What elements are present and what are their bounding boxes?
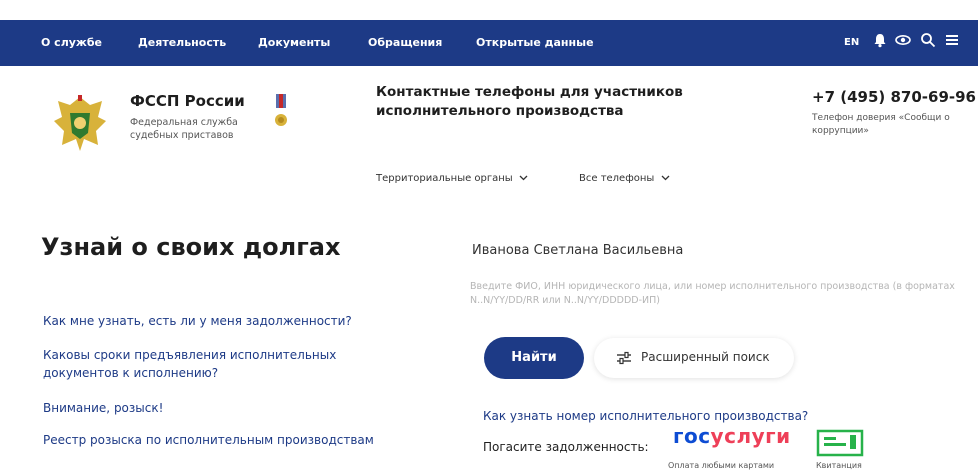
top-navbar: О службе Деятельность Документы Обращени… <box>0 20 978 66</box>
search-help-text: Введите ФИО, ИНН юридического лица, или … <box>470 281 955 306</box>
faq-link[interactable]: Реестр розыска по исполнительным произво… <box>43 431 403 449</box>
gosuslugi-caption: Оплата любыми картами <box>668 461 775 470</box>
menu-icon[interactable] <box>944 32 960 48</box>
bell-icon[interactable] <box>873 32 889 48</box>
search-icon[interactable] <box>920 32 936 48</box>
chevron-down-icon <box>661 175 669 181</box>
find-button[interactable]: Найти <box>484 337 584 379</box>
language-switch[interactable]: EN <box>844 37 859 48</box>
phones-dropdown-label: Все телефоны <box>579 173 655 184</box>
contacts-title[interactable]: Контактные телефоны для участников испол… <box>376 83 716 121</box>
phones-dropdown[interactable]: Все телефоны <box>579 173 670 184</box>
site-header: ФССП России Федеральная служба судебных … <box>0 66 978 186</box>
hotline-subtitle: Телефон доверия «Сообщи о коррупции» <box>812 113 950 136</box>
gosuslugi-logo-part-uslugi: услуги <box>710 424 791 448</box>
sliders-icon <box>617 351 631 365</box>
pay-debt-label: Погасите задолженность: <box>483 440 649 454</box>
gosuslugi-logo-part-gos: гос <box>673 424 711 448</box>
hotline-phone[interactable]: +7 (495) 870-69-96 <box>812 88 976 106</box>
org-name[interactable]: ФССП России <box>130 92 245 110</box>
eye-icon[interactable] <box>895 32 911 48</box>
receipt-icon[interactable] <box>816 429 864 457</box>
fssp-emblem-icon[interactable] <box>48 91 112 157</box>
nav-item-activity[interactable]: Деятельность <box>138 36 226 49</box>
faq-link[interactable]: Как мне узнать, есть ли у меня задолженн… <box>43 312 403 330</box>
nav-item-documents[interactable]: Документы <box>258 36 330 49</box>
chevron-down-icon <box>519 175 528 181</box>
nav-item-appeals[interactable]: Обращения <box>368 36 442 49</box>
page-title: Узнай о своих долгах <box>41 233 341 261</box>
debtor-search-input[interactable] <box>470 232 952 268</box>
receipt-caption: Квитанция <box>816 461 862 470</box>
advanced-search-label: Расширенный поиск <box>641 350 770 364</box>
regions-dropdown[interactable]: Территориальные органы <box>376 173 528 184</box>
nav-item-open-data[interactable]: Открытые данные <box>476 36 594 49</box>
faq-link[interactable]: Каковы сроки предъявления исполнительных… <box>43 346 403 382</box>
advanced-search-button[interactable]: Расширенный поиск <box>594 338 794 378</box>
gosuslugi-logo[interactable]: госуслуги <box>673 424 791 448</box>
how-to-find-number-link[interactable]: Как узнать номер исполнительного произво… <box>483 409 808 423</box>
top-strip <box>0 0 978 20</box>
org-subtitle: Федеральная служба судебных приставов <box>130 117 238 141</box>
medal-icon <box>274 94 288 134</box>
regions-dropdown-label: Территориальные органы <box>376 173 513 184</box>
nav-item-about[interactable]: О службе <box>41 36 102 49</box>
faq-link[interactable]: Внимание, розыск! <box>43 399 403 417</box>
